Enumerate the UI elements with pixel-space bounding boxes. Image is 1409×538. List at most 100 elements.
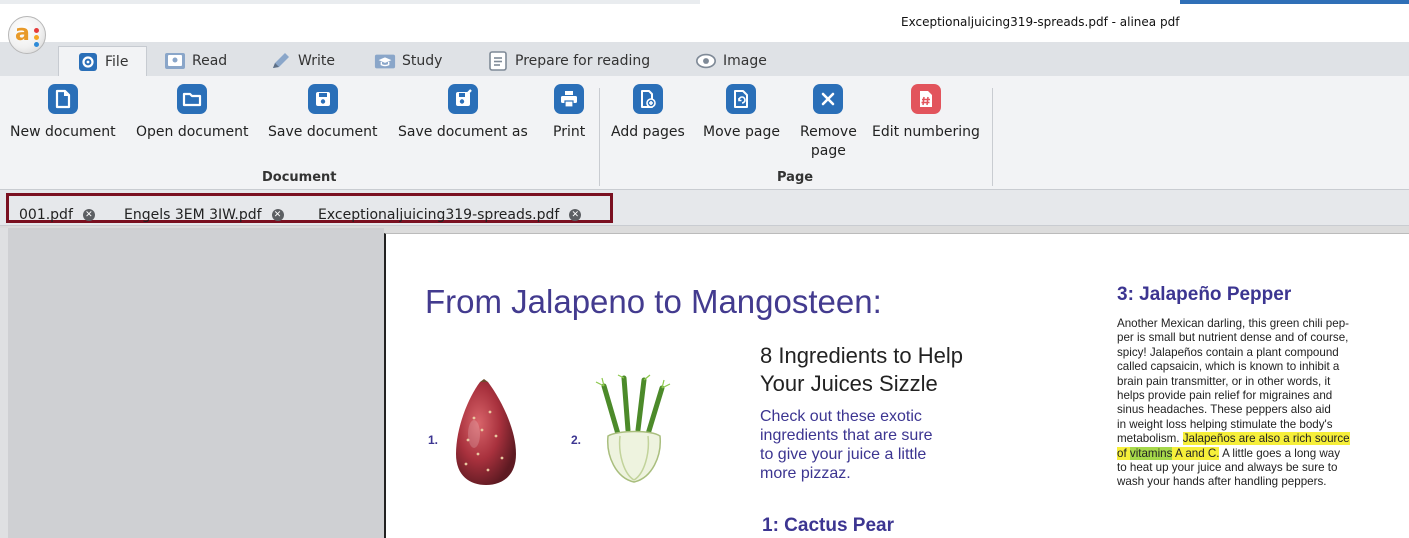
title-bar-accent-strip (1180, 0, 1409, 4)
highlighted-text[interactable]: A and C. (1172, 446, 1220, 460)
pdf-subtitle: 8 Ingredients to Help Your Juices Sizzle (760, 342, 1050, 398)
reader-icon (164, 51, 186, 71)
body-line: in weight loss helping stimulate the bod… (1117, 417, 1333, 431)
move-page-label: Move page (703, 124, 780, 140)
body-line: spicy! Jalapeños contain a plant compoun… (1117, 345, 1339, 359)
title-bar: Exceptionaljuicing319-spreads.pdf - alin… (0, 0, 1409, 42)
tab-read[interactable]: Read (164, 46, 227, 76)
pdf-intro-line1: Check out these exotic (760, 408, 922, 425)
print-label: Print (553, 124, 586, 140)
pdf-subtitle-line2: Your Juices Sizzle (760, 371, 938, 396)
tab-study[interactable]: Study (374, 46, 442, 76)
document-tab-label: 001.pdf (19, 207, 73, 223)
body-line: sinus headaches. These peppers also aid (1117, 403, 1331, 417)
save-document-label: Save document (268, 124, 378, 140)
body-line: brain pain transmitter, or in other word… (1117, 374, 1331, 388)
title-bar-strip (0, 0, 700, 4)
ribbon-panel: New document Open document Save document… (0, 76, 1409, 190)
list-document-icon (487, 51, 509, 71)
new-document-label: New document (10, 124, 116, 140)
folder-icon (177, 84, 208, 114)
graduation-icon (374, 51, 396, 71)
body-line: metabolism. (1117, 432, 1183, 446)
tab-image[interactable]: Image (695, 46, 767, 76)
tab-write-label: Write (298, 53, 335, 69)
section-body-jalapeno: Another Mexican darling, this green chil… (1117, 317, 1395, 490)
open-document-button[interactable]: Open document (136, 84, 248, 142)
ingredient-number-1: 1. (428, 433, 439, 447)
tab-file-label: File (105, 53, 129, 70)
app-logo-icon[interactable]: a (8, 16, 46, 54)
remove-page-label-line2: page (810, 143, 846, 159)
workspace-side-pane (8, 228, 384, 538)
logo-dot-red (34, 28, 39, 33)
remove-page-label-line1: Remove (800, 124, 857, 140)
ribbon-group-separator-end (992, 88, 993, 186)
section-heading-jalapeno: 3: Jalapeño Pepper (1117, 284, 1292, 305)
close-icon[interactable]: ✕ (82, 209, 95, 221)
open-document-label: Open document (136, 124, 249, 140)
remove-page-button[interactable]: Remove page (800, 84, 857, 161)
eye-icon (695, 51, 717, 71)
tab-write[interactable]: Write (270, 46, 335, 76)
page-group-label: Page (777, 170, 814, 185)
new-document-button[interactable]: New document (10, 84, 116, 142)
move-page-icon (726, 84, 757, 114)
body-line: wash your hands after handling peppers. (1117, 475, 1327, 489)
add-pages-label: Add pages (611, 124, 685, 140)
pdf-intro-line3: to give your juice a little (760, 446, 927, 463)
body-line: per is small but nutrient dense and of c… (1117, 331, 1349, 345)
edit-numbering-button[interactable]: Edit numbering (872, 84, 980, 142)
save-document-as-label: Save document as (398, 124, 528, 140)
document-group-label: Document (262, 170, 337, 185)
window-title: Exceptionaljuicing319-spreads.pdf - alin… (901, 15, 1180, 29)
pdf-intro-line4: more pizzaz. (760, 465, 851, 482)
pencil-icon (270, 51, 292, 71)
highlighted-text[interactable]: of (1117, 446, 1130, 460)
remove-page-label: Remove page (800, 123, 857, 161)
numbering-icon (910, 84, 941, 114)
tab-image-label: Image (723, 53, 767, 69)
ribbon-tab-row: File Read Write Study Prepare for readin… (0, 42, 1409, 76)
close-icon[interactable]: ✕ (271, 209, 284, 221)
pdf-intro-line2: ingredients that are sure (760, 427, 933, 444)
print-icon (554, 84, 585, 114)
fennel-image (595, 374, 671, 483)
document-tab-exceptionaljuicing[interactable]: Exceptionaljuicing319-spreads.pdf ✕ (318, 207, 582, 223)
tab-prepare-for-reading-label: Prepare for reading (515, 53, 651, 69)
body-line: helps provide pain relief for migraines … (1117, 389, 1333, 403)
document-tab-001[interactable]: 001.pdf ✕ (19, 207, 95, 223)
save-icon (307, 84, 338, 114)
tab-read-label: Read (192, 53, 228, 69)
highlighted-text[interactable]: Jalapeños are also a rich source (1182, 432, 1350, 446)
save-document-button[interactable]: Save document (268, 84, 377, 142)
print-button[interactable]: Print (553, 84, 585, 142)
tab-file[interactable]: File (58, 46, 148, 76)
add-pages-button[interactable]: Add pages (611, 84, 685, 142)
body-line: A little goes a long way (1219, 446, 1341, 460)
gear-icon (77, 52, 99, 72)
tab-study-label: Study (402, 53, 443, 69)
document-tab-engels[interactable]: Engels 3EM 3IW.pdf ✕ (124, 207, 284, 223)
move-page-button[interactable]: Move page (703, 84, 780, 142)
logo-dot-orange (34, 35, 39, 40)
save-document-as-button[interactable]: Save document as (398, 84, 528, 142)
pdf-subtitle-line1: 8 Ingredients to Help (760, 343, 964, 368)
body-line: to heat up your juice and always be sure… (1117, 461, 1338, 475)
close-icon[interactable]: ✕ (569, 209, 582, 221)
new-document-icon (47, 84, 78, 114)
green-highlighted-text[interactable]: vitamins (1129, 446, 1173, 460)
ribbon-group-separator (599, 88, 600, 186)
edit-numbering-label: Edit numbering (872, 124, 980, 140)
document-tab-label: Engels 3EM 3IW.pdf (124, 207, 262, 223)
logo-dot-blue (34, 42, 39, 47)
save-as-icon (447, 84, 478, 114)
pdf-intro: Check out these exotic ingredients that … (760, 407, 980, 483)
logo-a-glyph: a (15, 21, 30, 46)
body-line: Another Mexican darling, this green chil… (1117, 317, 1349, 330)
cactus-pear-image (456, 379, 516, 485)
tab-prepare-for-reading[interactable]: Prepare for reading (487, 46, 650, 76)
pdf-page-title: From Jalapeno to Mangosteen: (425, 283, 882, 320)
document-tab-label: Exceptionaljuicing319-spreads.pdf (318, 207, 560, 223)
workspace-left-edge (0, 228, 8, 538)
